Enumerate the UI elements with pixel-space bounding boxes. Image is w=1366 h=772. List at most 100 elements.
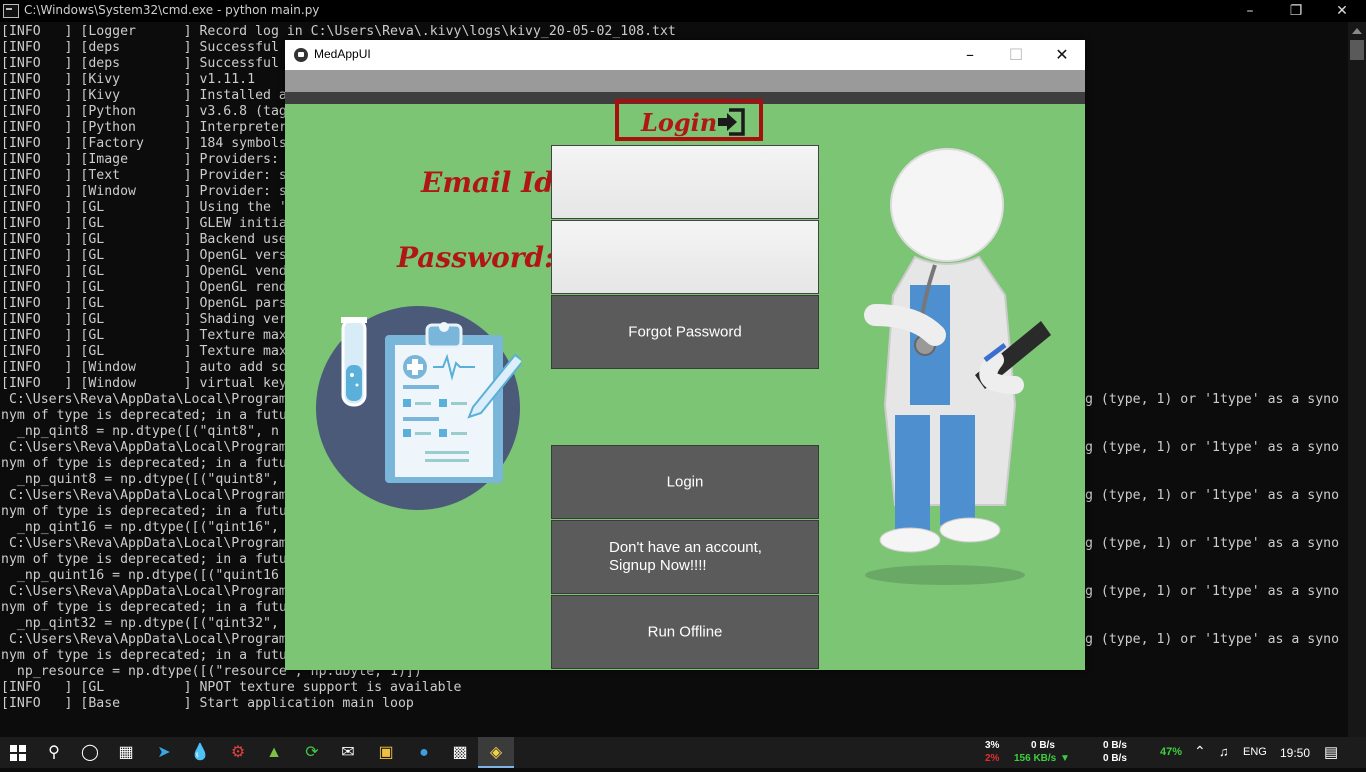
search-icon[interactable]: ⚲ xyxy=(36,737,72,768)
telegram-icon[interactable]: ➤ xyxy=(146,737,182,768)
gear-app-icon[interactable]: ⚙ xyxy=(220,737,256,768)
console-line-fragment: g (type, 1) or '1type' as a syno xyxy=(1085,392,1340,407)
console-title: C:\Windows\System32\cmd.exe - python mai… xyxy=(24,3,320,17)
console-line: C:\Users\Reva\AppData\Local\Program xyxy=(1,440,287,455)
console-line: C:\Users\Reva\AppData\Local\Program xyxy=(1,632,287,647)
signup-button-label: Don't have an account, Signup Now!!!! xyxy=(609,539,762,574)
console-line: [INFO ] [GL ] OpenGL pars xyxy=(1,296,287,311)
console-line: nym of type is deprecated; in a futu xyxy=(1,456,287,471)
volume-icon[interactable]: ♫ xyxy=(1219,744,1229,759)
language-indicator[interactable]: ENG xyxy=(1243,746,1267,758)
windows-logo-icon xyxy=(10,745,26,761)
run-offline-label: Run Offline xyxy=(647,623,723,641)
console-line-fragment: g (type, 1) or '1type' as a syno xyxy=(1085,584,1340,599)
console-line: nym of type is deprecated; in a futu xyxy=(1,504,287,519)
refresh-app-icon[interactable]: ⟳ xyxy=(294,737,330,768)
net-upload: 0 B/s xyxy=(1031,740,1055,751)
console-line: [INFO ] [Image ] Providers: xyxy=(1,152,279,167)
app-title: MedAppUI xyxy=(314,47,371,61)
console-line: _np_qint16 = np.dtype([("qint16", xyxy=(1,520,279,535)
medical-clipboard-illustration xyxy=(316,306,521,510)
console-line: [INFO ] [Window ] auto add so xyxy=(1,360,287,375)
start-button[interactable] xyxy=(0,737,36,768)
console-line: [INFO ] [Text ] Provider: s xyxy=(1,168,287,183)
ram-usage: 2% xyxy=(985,753,1000,764)
console-line: [INFO ] [GL ] Texture max xyxy=(1,328,287,343)
file-explorer-icon[interactable]: ▣ xyxy=(368,737,404,768)
console-line: [INFO ] [Python ] Interpreter xyxy=(1,120,287,135)
task-view-icon[interactable]: ▦ xyxy=(108,737,144,768)
console-line: C:\Users\Reva\AppData\Local\Program xyxy=(1,392,287,407)
mail-icon[interactable]: ✉ xyxy=(330,737,366,768)
app-maximize-button[interactable]: ☐ xyxy=(993,40,1039,70)
disk-write: 0 B/s xyxy=(1103,753,1127,764)
app-top-bar xyxy=(285,70,1085,92)
console-line: [INFO ] [GL ] Backend use xyxy=(1,232,287,247)
medappui-window: MedAppUI – ☐ ✕ Login Email Id: Password:… xyxy=(285,40,1085,670)
console-line: _np_quint8 = np.dtype([("quint8", xyxy=(1,472,279,487)
android-studio-icon[interactable]: ▲ xyxy=(256,737,292,768)
console-close-button[interactable]: ✕ xyxy=(1319,0,1365,22)
forgot-password-button[interactable]: Forgot Password xyxy=(551,295,819,369)
sign-in-icon xyxy=(718,108,745,136)
console-line: [INFO ] [Window ] Provider: s xyxy=(1,184,287,199)
console-line: nym of type is deprecated; in a futu xyxy=(1,648,287,663)
battery-percent: 47% xyxy=(1160,746,1183,758)
run-offline-button[interactable]: Run Offline xyxy=(551,595,819,669)
download-arrow-icon: ▼ xyxy=(1060,753,1070,764)
app-close-button[interactable]: ✕ xyxy=(1039,40,1085,70)
console-line: _np_quint16 = np.dtype([("quint16 xyxy=(1,568,279,583)
notification-icon[interactable]: ▤ xyxy=(1324,743,1338,761)
console-line-fragment: g (type, 1) or '1type' as a syno xyxy=(1085,440,1340,455)
console-line: [INFO ] [GL ] OpenGL vers xyxy=(1,248,287,263)
login-heading: Login xyxy=(641,108,718,137)
console-line: [INFO ] [GL ] Texture max xyxy=(1,344,287,359)
chevron-up-icon[interactable]: ⌃ xyxy=(1194,743,1206,760)
password-label: Password: xyxy=(397,241,555,274)
console-restore-button[interactable]: ❐ xyxy=(1273,0,1319,22)
console-line: [INFO ] [Python ] v3.6.8 (tag xyxy=(1,104,287,119)
console-line: [INFO ] [Logger ] Record log in C:\Users… xyxy=(1,24,676,39)
login-button[interactable]: Login xyxy=(551,445,819,519)
doctor-figure-illustration xyxy=(864,148,1051,585)
console-scrollbar[interactable] xyxy=(1348,22,1366,737)
cpu-usage: 3% xyxy=(985,740,1000,751)
console-line: [INFO ] [deps ] Successful xyxy=(1,56,279,71)
droplet-app-icon[interactable]: 💧 xyxy=(182,737,218,768)
app-minimize-button[interactable]: – xyxy=(947,40,993,70)
console-line: [INFO ] [Factory ] 184 symbols xyxy=(1,136,287,151)
password-field[interactable] xyxy=(551,220,819,294)
app-titlebar: MedAppUI – ☐ ✕ xyxy=(285,40,1085,70)
email-field[interactable] xyxy=(551,145,819,219)
console-line: nym of type is deprecated; in a futu xyxy=(1,600,287,615)
console-line-fragment: g (type, 1) or '1type' as a syno xyxy=(1085,536,1340,551)
clock[interactable]: 19:50 xyxy=(1280,746,1310,760)
cortana-icon[interactable]: ◯ xyxy=(72,737,108,768)
scrollbar-thumb[interactable] xyxy=(1350,40,1364,60)
signup-button[interactable]: Don't have an account, Signup Now!!!! xyxy=(551,520,819,594)
login-button-label: Login xyxy=(666,473,704,491)
console-line: _np_qint8 = np.dtype([("qint8", n xyxy=(1,424,279,439)
python-taskbar-icon[interactable]: ◈ xyxy=(478,737,514,768)
console-line: C:\Users\Reva\AppData\Local\Program xyxy=(1,584,287,599)
console-line: [INFO ] [GL ] Shading ver xyxy=(1,312,287,327)
console-line: [INFO ] [GL ] OpenGL rend xyxy=(1,280,287,295)
console-line: [INFO ] [GL ] OpenGL vend xyxy=(1,264,287,279)
console-line: [INFO ] [deps ] Successful xyxy=(1,40,279,55)
console-line: nym of type is deprecated; in a futu xyxy=(1,408,287,423)
console-line: nym of type is deprecated; in a futu xyxy=(1,552,287,567)
console-icon xyxy=(3,4,19,18)
console-line: [INFO ] [Kivy ] v1.11.1 xyxy=(1,72,256,87)
console-line: [INFO ] [Kivy ] Installed a xyxy=(1,88,287,103)
net-download: 156 KB/s xyxy=(1014,753,1057,764)
scroll-up-icon[interactable] xyxy=(1352,28,1362,34)
console-minimize-button[interactable]: – xyxy=(1227,0,1273,22)
console-line-fragment: g (type, 1) or '1type' as a syno xyxy=(1085,488,1340,503)
forgot-password-label: Forgot Password xyxy=(628,323,742,341)
console-line: _np_qint32 = np.dtype([("qint32", xyxy=(1,616,279,631)
console-line: [INFO ] [GL ] GLEW initia xyxy=(1,216,287,231)
console-line-fragment: g (type, 1) or '1type' as a syno xyxy=(1085,632,1340,647)
edge-browser-icon[interactable]: ● xyxy=(406,737,442,768)
cmd-taskbar-icon[interactable]: ▩ xyxy=(442,737,478,768)
taskbar: ⚲ ◯ ▦ ➤ 💧 ⚙ ▲ ⟳ ✉ ▣ ● ▩ ◈ 3% 2% 0 B/s 15… xyxy=(0,737,1366,768)
